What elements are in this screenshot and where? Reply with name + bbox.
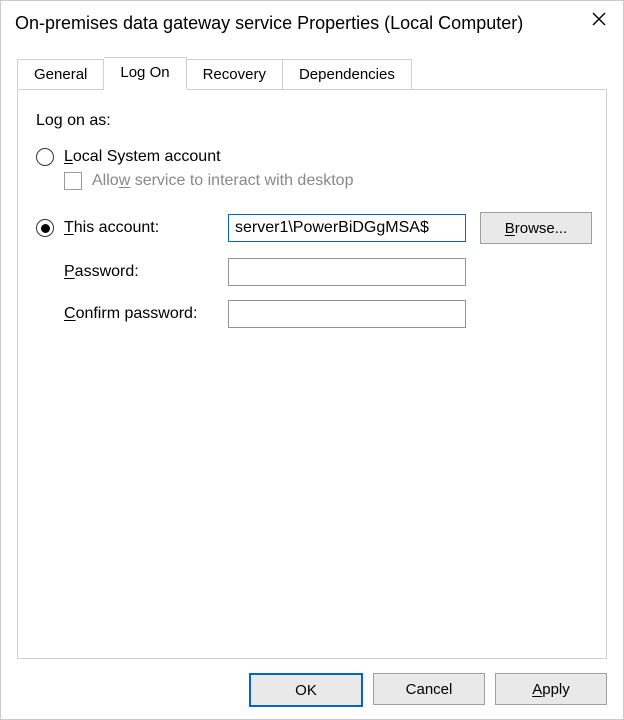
allow-interact-label: Allow service to interact with desktop xyxy=(92,172,353,190)
tab-panel-log-on: Log on as: Local System account Allow se… xyxy=(17,89,607,659)
password-label: Password: xyxy=(36,263,216,281)
tab-general[interactable]: General xyxy=(17,59,104,89)
apply-button[interactable]: Apply xyxy=(495,673,607,705)
title-bar: On-premises data gateway service Propert… xyxy=(1,1,623,45)
this-account-radio[interactable] xyxy=(36,219,54,237)
local-system-radio[interactable] xyxy=(36,148,54,166)
tab-recovery[interactable]: Recovery xyxy=(187,59,283,89)
tabs-container: General Log On Recovery Dependencies Log… xyxy=(17,57,607,659)
this-account-option[interactable]: This account: xyxy=(36,219,216,237)
allow-interact-checkbox xyxy=(64,172,82,190)
allow-interact-option: Allow service to interact with desktop xyxy=(64,172,588,190)
window-title: On-premises data gateway service Propert… xyxy=(15,13,523,34)
properties-window: On-premises data gateway service Propert… xyxy=(0,0,624,720)
this-account-label: This account: xyxy=(64,219,159,237)
this-account-grid: This account: Browse... Password: Confir… xyxy=(36,212,588,328)
browse-button[interactable]: Browse... xyxy=(480,212,592,244)
confirm-password-input[interactable] xyxy=(228,300,466,328)
tab-log-on[interactable]: Log On xyxy=(104,57,186,90)
logon-as-label: Log on as: xyxy=(36,112,588,130)
cancel-button[interactable]: Cancel xyxy=(373,673,485,705)
confirm-password-label: Confirm password: xyxy=(36,305,216,323)
close-icon xyxy=(592,12,606,26)
local-system-label: Local System account xyxy=(64,148,221,166)
tab-strip: General Log On Recovery Dependencies xyxy=(17,57,607,89)
local-system-option[interactable]: Local System account xyxy=(36,148,588,166)
dialog-buttons: OK Cancel Apply xyxy=(249,673,607,707)
tab-dependencies[interactable]: Dependencies xyxy=(283,59,412,89)
close-button[interactable] xyxy=(575,1,623,37)
ok-button[interactable]: OK xyxy=(249,673,363,707)
account-name-input[interactable] xyxy=(228,214,466,242)
password-input[interactable] xyxy=(228,258,466,286)
